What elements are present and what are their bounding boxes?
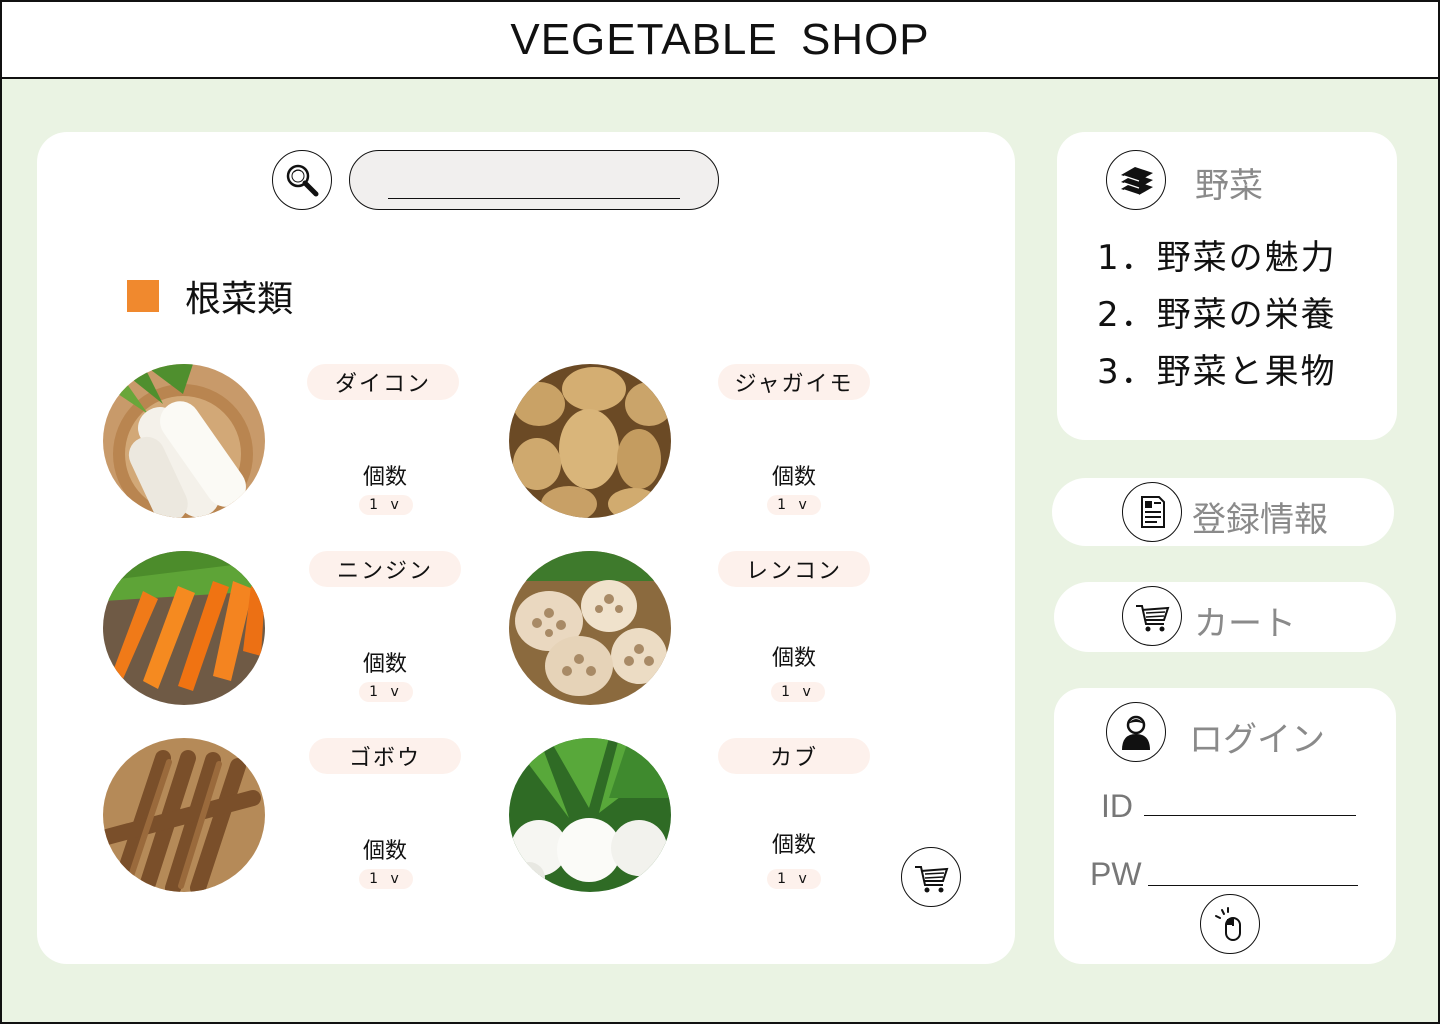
carrot-image[interactable] bbox=[103, 551, 265, 705]
registration-button[interactable]: 登録情報 bbox=[1052, 478, 1394, 546]
product-name-potato: ジャガイモ bbox=[718, 364, 870, 400]
qty-label: 個数 bbox=[362, 652, 407, 677]
cart-icon-button[interactable] bbox=[1122, 586, 1182, 646]
category-marker bbox=[127, 280, 159, 312]
burdock-image[interactable] bbox=[103, 738, 265, 892]
search-input[interactable] bbox=[388, 163, 680, 199]
cart-icon bbox=[1136, 605, 1170, 632]
product-panel: 根菜類 ダイコン 個数 1 v ジャガイモ 個数 1 v ニンジン 個数 1 v… bbox=[37, 132, 1015, 964]
registration-icon-button[interactable] bbox=[1122, 482, 1182, 542]
id-input[interactable] bbox=[1144, 786, 1356, 816]
vegetables-title: 野菜 bbox=[1195, 166, 1263, 206]
lotus-root-image[interactable] bbox=[509, 551, 671, 705]
login-title: ログイン bbox=[1189, 720, 1325, 760]
mouse-click-icon bbox=[1215, 907, 1241, 941]
product-name-burdock: ゴボウ bbox=[309, 738, 461, 774]
vegetables-menu-button[interactable] bbox=[1106, 150, 1166, 210]
category-heading: 根菜類 bbox=[127, 270, 293, 322]
search-field bbox=[349, 150, 719, 210]
user-icon bbox=[1122, 715, 1150, 750]
book-icon bbox=[1121, 167, 1153, 196]
product-name-lotus-root: レンコン bbox=[718, 551, 870, 587]
qty-select-daikon[interactable]: 1 v bbox=[359, 495, 413, 515]
login-panel: ログイン ID PW bbox=[1054, 688, 1396, 964]
cart-label: カート bbox=[1194, 604, 1296, 644]
qty-label: 個数 bbox=[771, 833, 816, 858]
qty-select-lotus-root[interactable]: 1 v bbox=[771, 682, 825, 702]
qty-label: 個数 bbox=[771, 465, 816, 490]
daikon-image[interactable] bbox=[103, 364, 265, 518]
menu-item-nutrition[interactable]: 2．野菜の栄養 bbox=[1097, 287, 1337, 336]
site-title: VEGETABLE SHOP bbox=[510, 14, 930, 64]
qty-select-burdock[interactable]: 1 v bbox=[359, 869, 413, 889]
search-button[interactable] bbox=[272, 150, 332, 210]
turnip-image[interactable] bbox=[509, 738, 671, 892]
vegetables-menu: 野菜 1．野菜の魅力 2．野菜の栄養 3．野菜と果物 bbox=[1057, 132, 1397, 440]
category-label: 根菜類 bbox=[185, 279, 294, 320]
id-label: ID bbox=[1101, 788, 1133, 824]
site-header: VEGETABLE SHOP bbox=[0, 0, 1440, 79]
qty-select-potato[interactable]: 1 v bbox=[767, 495, 821, 515]
menu-item-appeal[interactable]: 1．野菜の魅力 bbox=[1097, 230, 1337, 279]
product-name-daikon: ダイコン bbox=[307, 364, 459, 400]
search-icon bbox=[286, 164, 319, 197]
add-to-cart-button[interactable] bbox=[901, 847, 961, 907]
product-name-carrot: ニンジン bbox=[309, 551, 461, 587]
cart-button[interactable]: カート bbox=[1054, 582, 1396, 652]
qty-label: 個数 bbox=[362, 465, 407, 490]
pw-label: PW bbox=[1090, 856, 1142, 892]
qty-label: 個数 bbox=[771, 646, 816, 671]
qty-select-turnip[interactable]: 1 v bbox=[767, 869, 821, 889]
qty-select-carrot[interactable]: 1 v bbox=[359, 682, 413, 702]
login-submit-button[interactable] bbox=[1200, 894, 1260, 954]
cart-icon bbox=[915, 866, 949, 893]
document-icon bbox=[1141, 496, 1165, 528]
login-avatar bbox=[1106, 702, 1166, 762]
menu-item-fruits[interactable]: 3．野菜と果物 bbox=[1097, 344, 1337, 393]
registration-label: 登録情報 bbox=[1192, 500, 1328, 540]
pw-input[interactable] bbox=[1148, 856, 1358, 886]
potato-image[interactable] bbox=[509, 364, 671, 518]
qty-label: 個数 bbox=[362, 839, 407, 864]
product-name-turnip: カブ bbox=[718, 738, 870, 774]
